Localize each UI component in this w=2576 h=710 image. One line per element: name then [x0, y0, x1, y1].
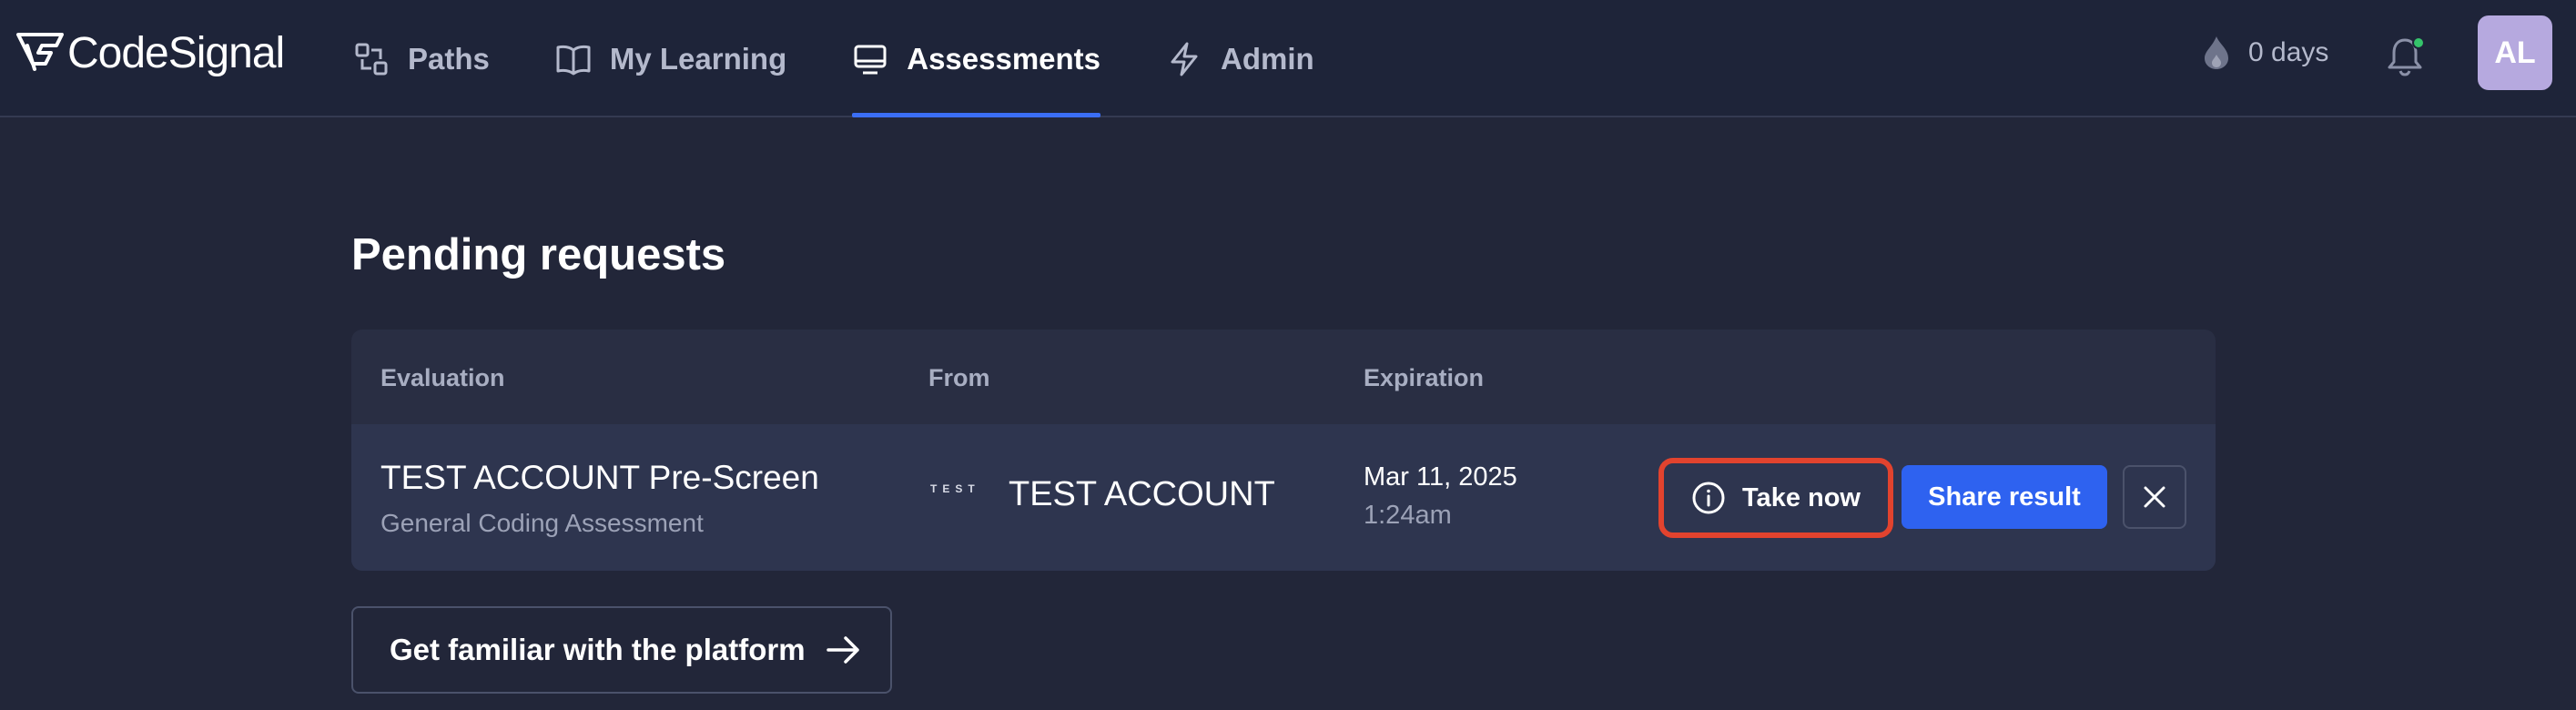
- monitor-icon: [854, 45, 887, 74]
- expiration-time: 1:24am: [1364, 501, 1452, 530]
- column-header-expiration: Expiration: [1364, 364, 1485, 391]
- nav-item-admin[interactable]: Admin: [1166, 0, 1314, 117]
- table-header: Evaluation From Expiration: [351, 330, 2216, 424]
- nav-item-paths[interactable]: Paths: [353, 0, 490, 117]
- company-logo: TEST: [930, 482, 980, 495]
- main-nav: Paths My Learning Assessments Admin: [353, 0, 1380, 117]
- paths-icon: [355, 43, 388, 75]
- nav-item-my-learning[interactable]: My Learning: [555, 0, 786, 117]
- table-row: TEST ACCOUNT Pre-Screen General Coding A…: [351, 424, 2216, 571]
- nav-label-paths: Paths: [408, 41, 490, 76]
- avatar-initials: AL: [2494, 35, 2536, 70]
- take-now-button[interactable]: Take now: [1666, 465, 1886, 531]
- nav-label-admin: Admin: [1221, 41, 1314, 76]
- evaluation-subtitle: General Coding Assessment: [380, 509, 704, 537]
- get-familiar-label: Get familiar with the platform: [390, 633, 806, 666]
- streak-indicator[interactable]: 0 days: [2201, 33, 2328, 73]
- close-icon: [2144, 486, 2165, 508]
- dismiss-button[interactable]: [2123, 465, 2186, 529]
- arrow-right-icon: [826, 636, 859, 664]
- column-header-from: From: [928, 364, 990, 391]
- nav-label-my-learning: My Learning: [609, 41, 787, 76]
- nav-item-assessments[interactable]: Assessments: [852, 0, 1100, 117]
- company-name: TEST ACCOUNT: [1009, 475, 1275, 513]
- codesignal-logo-icon: [16, 33, 64, 71]
- notification-dot: [2412, 36, 2425, 49]
- top-navigation-bar: CodeSignal Paths My Learning Assessments: [0, 0, 2576, 117]
- flame-icon: [2205, 36, 2228, 69]
- column-header-evaluation: Evaluation: [380, 364, 505, 391]
- info-icon: [1692, 482, 1725, 514]
- page-title: Pending requests: [351, 230, 726, 279]
- book-icon: [556, 45, 591, 75]
- codesignal-logo[interactable]: CodeSignal: [15, 25, 285, 80]
- nav-label-assessments: Assessments: [907, 41, 1101, 76]
- evaluation-title: TEST ACCOUNT Pre-Screen: [380, 459, 819, 496]
- share-result-label: Share result: [1928, 482, 2081, 512]
- logo-text: CodeSignal: [67, 28, 285, 77]
- share-result-button[interactable]: Share result: [1902, 465, 2107, 529]
- pending-requests-table: Evaluation From Expiration TEST ACCOUNT …: [351, 330, 2216, 571]
- take-now-label: Take now: [1742, 482, 1861, 512]
- get-familiar-button[interactable]: Get familiar with the platform: [351, 606, 892, 694]
- expiration-date: Mar 11, 2025: [1364, 462, 1517, 492]
- streak-label: 0 days: [2248, 37, 2329, 67]
- avatar[interactable]: AL: [2478, 15, 2552, 90]
- lightning-icon: [1171, 42, 1198, 76]
